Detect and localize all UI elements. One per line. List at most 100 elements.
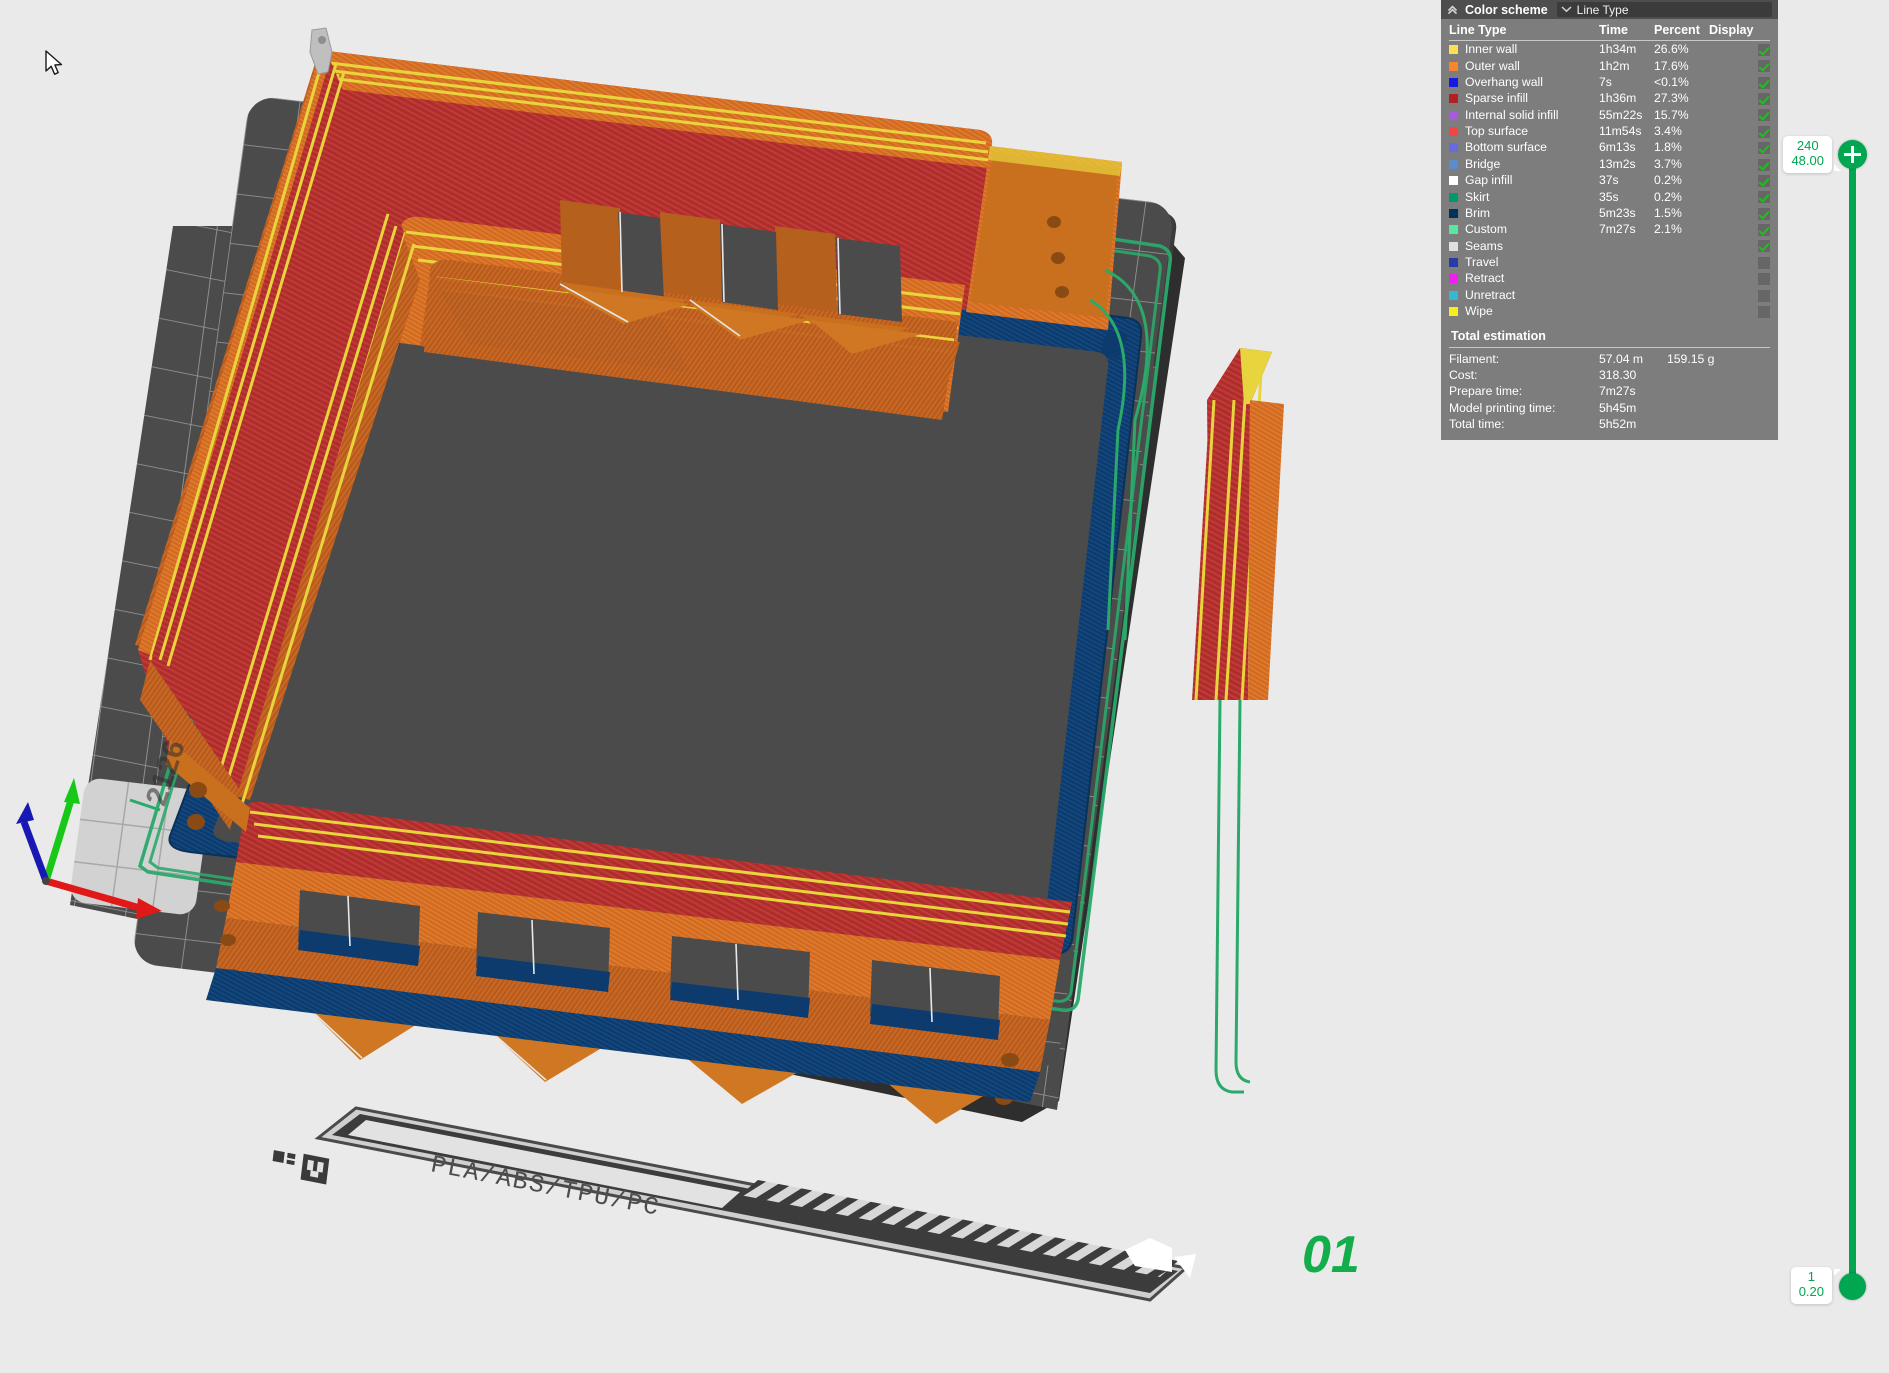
color-swatch-icon [1449,143,1458,153]
legend-row-label-cell: Skirt [1449,188,1599,204]
display-checkbox[interactable] [1758,43,1770,56]
color-swatch-icon [1449,127,1458,137]
color-swatch-icon [1449,208,1458,218]
legend-row-label: Wipe [1465,304,1493,319]
display-checkbox[interactable] [1758,158,1770,171]
display-checkbox[interactable] [1758,174,1770,187]
layer-slider-top-tooltip: 240 48.00 [1783,136,1841,173]
display-checkbox[interactable] [1758,60,1770,73]
color-swatch-icon [1449,77,1458,87]
legend-row-percent: 0.2% [1654,189,1682,204]
total-row: Filament: 57.04 m 159.15 g [1449,350,1770,366]
legend-row-label-cell: Unretract [1449,287,1599,303]
legend-row-display-cell [1709,188,1770,204]
layer-slider-rail[interactable] [1849,152,1856,1292]
display-checkbox[interactable] [1758,224,1770,237]
total-row-label: Prepare time: [1449,384,1523,399]
layer-slider-top-handle[interactable] [1838,140,1867,169]
color-swatch-icon [1449,61,1458,71]
legend-row-label-cell: Overhang wall [1449,74,1599,90]
total-row-value-secondary: 159.15 g [1667,351,1715,366]
legend-row-percent: 3.7% [1654,156,1682,171]
total-row-value: 318.30 [1599,367,1637,382]
total-row-value-secondary [1667,400,1770,416]
legend-row-time: 7s [1599,74,1612,89]
total-row: Total time: 5h52m [1449,416,1770,432]
legend-row-label: Retract [1465,271,1505,286]
legend-row-label-cell: Wipe [1449,303,1599,319]
display-checkbox[interactable] [1758,125,1770,138]
color-scheme-dropdown[interactable]: Line Type [1556,2,1772,17]
total-row-label: Total time: [1449,417,1505,432]
display-checkbox[interactable] [1758,207,1770,220]
color-swatch-icon [1449,176,1458,186]
display-checkbox[interactable] [1758,305,1770,318]
bottom-tooltip-layer: 1 [1807,1269,1815,1285]
legend-row: Wipe [1449,303,1770,319]
layer-slider[interactable]: 240 48.00 1 0.20 [1783,136,1868,1304]
legend-row-percent: 27.3% [1654,91,1689,106]
legend-row: Brim 5m23s 1.5% [1449,205,1770,221]
display-checkbox[interactable] [1758,273,1770,286]
legend-row-display-cell [1709,238,1770,254]
display-checkbox[interactable] [1758,191,1770,204]
legend-row: Retract [1449,270,1770,286]
column-header-percent: Percent [1654,22,1709,41]
legend-row-display-cell [1709,74,1770,90]
legend-row-time: 6m13s [1599,140,1636,155]
line-type-table: Line Type Time Percent Display Inner wal… [1449,22,1770,319]
legend-row-label-cell: Brim [1449,205,1599,221]
legend-row: Inner wall 1h34m 26.6% [1449,41,1770,58]
display-checkbox[interactable] [1758,142,1770,155]
total-row-value-secondary [1667,367,1770,383]
legend-row-label: Seams [1465,238,1503,253]
legend-row: Top surface 11m54s 3.4% [1449,123,1770,139]
color-swatch-icon [1449,290,1458,300]
panel-header: Color scheme Line Type [1441,0,1778,19]
layer-slider-bottom-handle[interactable] [1839,1273,1866,1300]
legend-row-time: 1h2m [1599,58,1630,73]
panel-title: Color scheme [1465,2,1548,17]
color-scheme-value: Line Type [1576,2,1629,17]
legend-row-label: Gap infill [1465,173,1513,188]
legend-row-label-cell: Top surface [1449,123,1599,139]
legend-row-time: 37s [1599,173,1619,188]
table-header-row: Line Type Time Percent Display [1449,22,1770,41]
legend-row-display-cell [1709,90,1770,106]
legend-row-percent: 26.6% [1654,42,1689,57]
top-tooltip-layer: 240 [1796,138,1819,153]
legend-row: Seams [1449,238,1770,254]
legend-row: Travel [1449,254,1770,270]
legend-row-percent: <0.1% [1654,74,1689,89]
legend-row-label: Brim [1465,205,1491,220]
display-checkbox[interactable] [1758,289,1770,302]
legend-row-display-cell [1709,287,1770,303]
legend-row-time: 35s [1599,189,1619,204]
total-estimation-title: Total estimation [1449,319,1770,349]
plate-label-bar: PLA/ABS/TPU/PC [272,1106,1196,1302]
legend-row-percent: 17.6% [1654,58,1689,73]
display-checkbox[interactable] [1758,109,1770,122]
legend-row-label-cell: Bridge [1449,156,1599,172]
legend-row-percent [1654,238,1709,254]
legend-row-display-cell [1709,156,1770,172]
display-checkbox[interactable] [1758,93,1770,106]
color-swatch-icon [1449,274,1458,284]
column-header-display: Display [1709,22,1770,41]
legend-row-percent [1654,270,1709,286]
legend-row-time: 13m2s [1599,156,1636,171]
color-swatch-icon [1449,192,1458,202]
slicer-preview-window: PLA/ABS/TPU/PC 01 2126 Color scheme Line… [0,0,1889,1373]
display-checkbox[interactable] [1758,256,1770,269]
legend-row-display-cell [1709,303,1770,319]
legend-row: Custom 7m27s 2.1% [1449,221,1770,237]
total-row-value: 57.04 m [1599,351,1644,366]
legend-row-percent: 15.7% [1654,107,1689,122]
display-checkbox[interactable] [1758,76,1770,89]
legend-row-percent: 3.4% [1654,124,1682,139]
legend-row-time: 11m54s [1599,124,1642,139]
chevron-double-up-icon[interactable] [1445,3,1459,17]
display-checkbox[interactable] [1758,240,1770,253]
color-scheme-panel: Color scheme Line Type Line Type Time Pe… [1441,0,1778,441]
legend-row-label: Travel [1465,255,1499,270]
